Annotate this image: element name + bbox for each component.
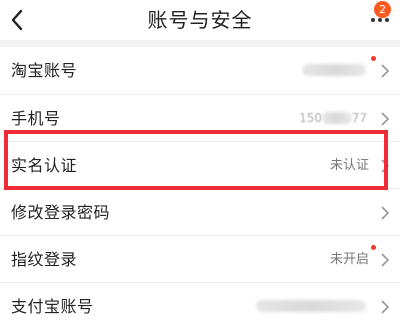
row-label: 手机号 bbox=[11, 109, 61, 128]
row-fingerprint-login[interactable]: 指纹登录 未开启 bbox=[0, 235, 400, 282]
chevron-right-icon bbox=[381, 206, 390, 220]
red-dot-indicator bbox=[371, 245, 376, 250]
row-phone-number[interactable]: 手机号 150 77 bbox=[0, 94, 400, 141]
redacted-value bbox=[302, 64, 366, 76]
row-label: 支付宝账号 bbox=[11, 297, 94, 316]
chevron-right-icon bbox=[381, 64, 390, 78]
chevron-right-icon bbox=[381, 112, 390, 126]
red-dot-indicator bbox=[371, 56, 376, 61]
more-dot bbox=[378, 18, 382, 22]
account-security-screen: 账号与安全 2 淘宝账号 手机号 150 77 实名认证 未认证 修改登录密码 … bbox=[0, 0, 400, 324]
row-change-login-password[interactable]: 修改登录密码 bbox=[0, 188, 400, 235]
row-label: 实名认证 bbox=[11, 156, 78, 175]
chevron-right-icon bbox=[381, 253, 390, 267]
more-dot bbox=[385, 18, 389, 22]
row-taobao-account[interactable]: 淘宝账号 bbox=[0, 47, 400, 94]
page-title: 账号与安全 bbox=[147, 8, 253, 32]
phone-suffix: 77 bbox=[351, 111, 367, 125]
verification-status: 未认证 bbox=[329, 158, 369, 173]
row-label: 指纹登录 bbox=[11, 250, 78, 269]
settings-list: 淘宝账号 手机号 150 77 实名认证 未认证 修改登录密码 指纹登录 未开启… bbox=[0, 47, 400, 324]
header-bar: 账号与安全 2 bbox=[0, 0, 400, 40]
notification-badge: 2 bbox=[374, 1, 391, 18]
chevron-right-icon bbox=[381, 300, 390, 314]
row-alipay-account[interactable]: 支付宝账号 bbox=[0, 282, 400, 324]
chevron-right-icon bbox=[381, 159, 390, 173]
row-real-name-verification[interactable]: 实名认证 未认证 bbox=[0, 141, 400, 188]
fingerprint-status: 未开启 bbox=[329, 252, 369, 267]
redacted-value bbox=[322, 112, 352, 124]
more-dots-icon bbox=[371, 18, 375, 22]
redacted-value bbox=[256, 300, 366, 312]
row-label: 淘宝账号 bbox=[11, 61, 78, 80]
row-label: 修改登录密码 bbox=[11, 203, 111, 222]
phone-prefix: 150 bbox=[299, 111, 322, 125]
